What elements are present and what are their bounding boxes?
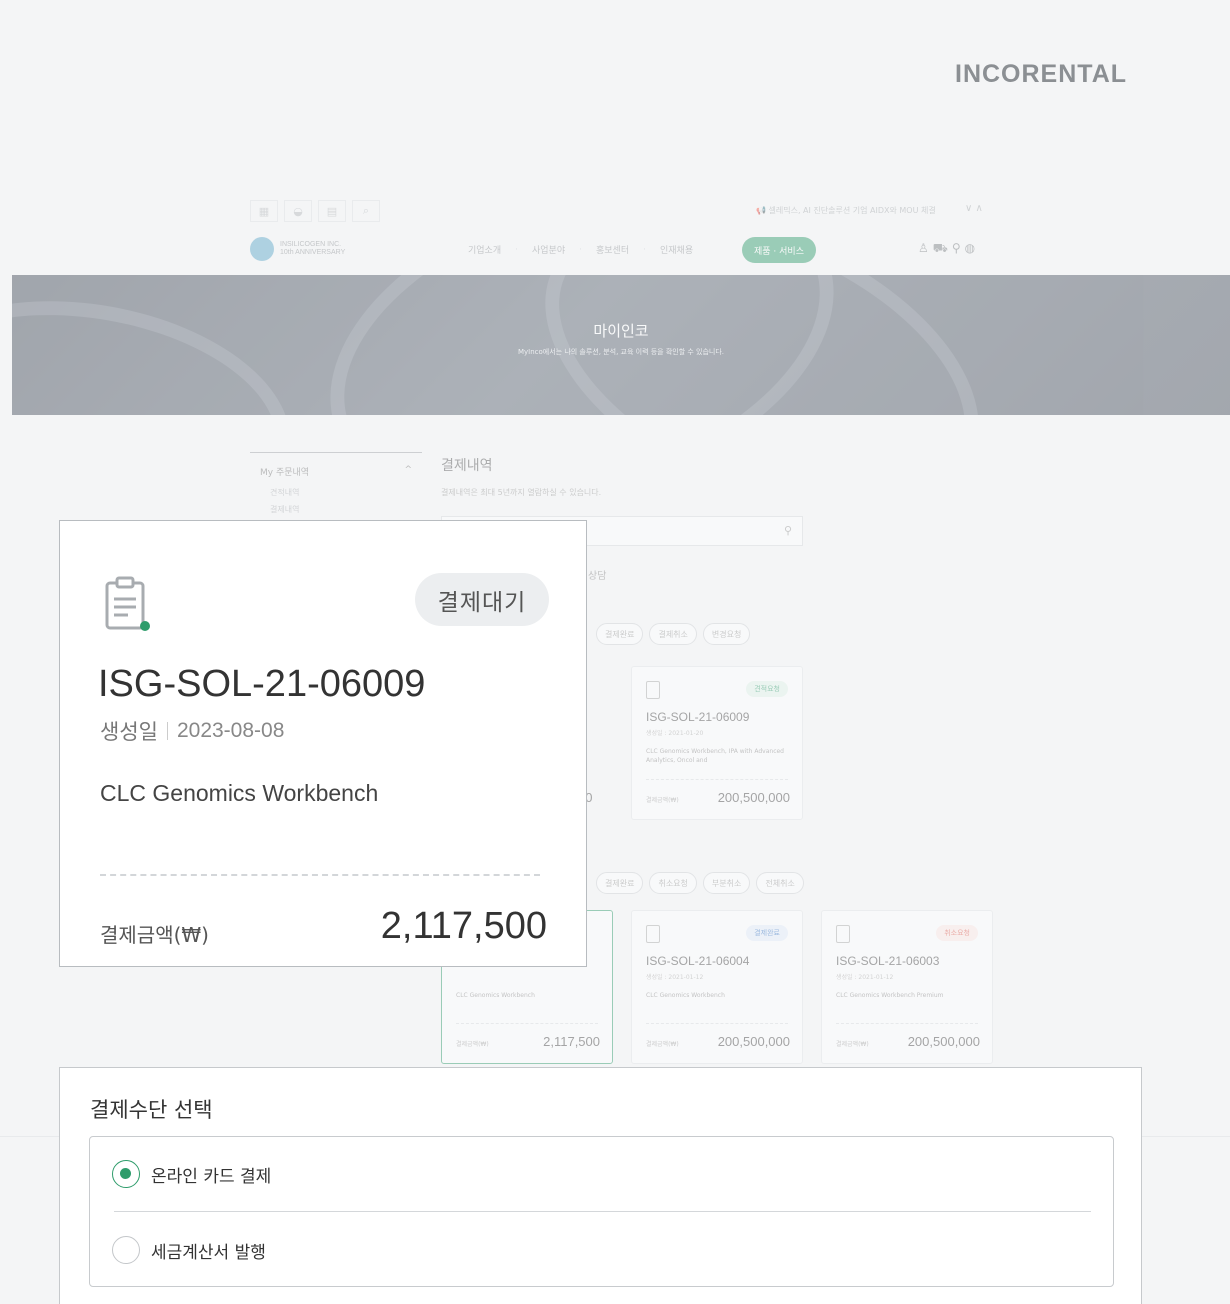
order-product: CLC Genomics Workbench xyxy=(456,992,535,999)
order-detail-card[interactable]: 결제대기 ISG-SOL-21-06009 생성일 2023-08-08 CLC… xyxy=(59,520,587,967)
side-group-orders[interactable]: My 주문내역 ^ xyxy=(250,453,422,484)
created-label: 생성일 xyxy=(100,720,158,744)
amount-value: 200,500,000 xyxy=(717,1034,790,1049)
share-icon[interactable]: ⌕ xyxy=(352,200,380,222)
chevron-up-icon: ^ xyxy=(404,465,412,475)
section-label: 상담 xyxy=(588,571,607,582)
nav-item-products[interactable]: 제품 · 서비스 xyxy=(742,237,816,263)
logo-line1: INSILICOGEN INC. xyxy=(280,241,342,248)
chip[interactable]: 변경요청 xyxy=(702,623,751,645)
chip[interactable]: 결제완료 xyxy=(596,872,644,894)
search-icon[interactable]: ⚲ xyxy=(952,241,965,255)
logo-line2: 10th ANNIVERSARY xyxy=(280,249,346,256)
amount-value: 200,500,000 xyxy=(907,1034,980,1049)
nav-tools: ♙⛟⚲◍ xyxy=(918,241,979,257)
search-icon[interactable]: ⚲ xyxy=(784,524,792,537)
chip[interactable]: 부분취소 xyxy=(702,872,751,894)
payment-method-panel: 결제수단 선택 온라인 카드 결제 세금계산서 발행 xyxy=(59,1067,1142,1304)
incorental-logo: INCORENTAL xyxy=(955,60,1128,88)
order-card[interactable]: 결제완료 ISG-SOL-21-06004 생성일 : 2021-01-12 C… xyxy=(631,910,803,1064)
payment-title: 결제수단 선택 xyxy=(90,1098,213,1122)
clipboard-icon xyxy=(836,925,850,943)
payment-option-label: 세금계산서 발행 xyxy=(151,1242,266,1263)
radio-unselected[interactable] xyxy=(112,1236,140,1264)
nav-item-careers[interactable]: 인재채용 xyxy=(646,243,707,256)
amount-label: 결제금액(₩) xyxy=(646,1041,679,1048)
status-badge: 견적요청 xyxy=(746,681,788,697)
amount-label: 결제금액(₩) xyxy=(836,1041,869,1048)
notice-text[interactable]: 📢 셀레믹스, AI 진단솔루션 기업 AIDX와 MOU 체결 xyxy=(756,205,936,216)
nav-item-business[interactable]: 사업분야 xyxy=(518,243,579,256)
amount-value: 200,500,000 xyxy=(717,790,790,805)
order-date: 생성일 : 2021-01-12 xyxy=(836,974,894,981)
hero-banner: 마이인코 MyInco에서는 나의 솔루션, 분석, 교육 이력 등을 확인할 … xyxy=(12,275,1230,415)
product-name: CLC Genomics Workbench xyxy=(100,780,379,806)
status-badge: 결제대기 xyxy=(415,573,549,626)
main-desc: 결제내역은 최대 5년까지 열람하실 수 있습니다. xyxy=(441,488,602,497)
status-badge: 결제완료 xyxy=(746,925,788,941)
side-item-payments[interactable]: 결제내역 xyxy=(250,501,422,518)
status-badge: 취소요청 xyxy=(936,925,978,941)
created-date: 2023-08-08 xyxy=(176,719,285,742)
chip[interactable]: 결제완료 xyxy=(596,623,644,645)
payment-option-invoice[interactable]: 세금계산서 발행 xyxy=(112,1236,266,1264)
order-card[interactable]: 취소요청 ISG-SOL-21-06003 생성일 : 2021-01-12 C… xyxy=(821,910,993,1064)
globe-icon[interactable]: ◍ xyxy=(965,241,979,255)
chip[interactable]: 결제취소 xyxy=(649,623,697,645)
page: INCORENTAL ▦ ◒ ▤ ⌕ 📢 셀레믹스, AI 진단솔루션 기업 A… xyxy=(0,0,1230,1304)
nav-item-company[interactable]: 기업소개 xyxy=(454,243,515,256)
notice-arrows[interactable]: ∨ ∧ xyxy=(965,203,983,214)
nav-item-pr[interactable]: 홍보센터 xyxy=(582,243,643,256)
grid-icon[interactable]: ▤ xyxy=(318,200,346,222)
divider xyxy=(100,874,540,876)
side-menu: My 주문내역 ^ 견적내역 결제내역 xyxy=(250,452,422,518)
order-code: ISG-SOL-21-06003 xyxy=(836,954,940,968)
order-product: CLC Genomics Workbench xyxy=(646,992,725,999)
utility-bar: ▦ ◒ ▤ ⌕ 📢 셀레믹스, AI 진단솔루션 기업 AIDX와 MOU 체결… xyxy=(0,190,1230,226)
clipboard-icon xyxy=(646,925,660,943)
main-title: 결제내역 xyxy=(441,458,493,474)
filter-chips-1: 결제완료 결제취소 변경요청 xyxy=(596,623,751,645)
main-nav: INSILICOGEN INC. 10th ANNIVERSARY 기업소개 ·… xyxy=(0,226,1230,274)
graduation-icon[interactable]: ◒ xyxy=(284,200,312,222)
order-date: 생성일 : 2021-01-20 xyxy=(646,730,704,737)
building-icon[interactable]: ▦ xyxy=(250,200,278,222)
radio-selected[interactable] xyxy=(112,1160,140,1188)
chip[interactable]: 취소요청 xyxy=(649,872,697,894)
clipboard-icon xyxy=(105,576,150,631)
amount-label: 결제금액(₩) xyxy=(646,797,679,804)
amount-label: 결제금액(₩) xyxy=(100,923,209,947)
clipboard-icon xyxy=(646,681,660,699)
created-date-row: 생성일 2023-08-08 xyxy=(100,716,284,746)
order-product: CLC Genomics Workbench Premium xyxy=(836,992,944,999)
order-code: ISG-SOL-21-06009 xyxy=(98,663,426,705)
side-item-quotes[interactable]: 견적내역 xyxy=(250,484,422,501)
order-code: ISG-SOL-21-06009 xyxy=(646,710,750,724)
filter-chips-2: 결제완료 취소요청 부분취소 전체취소 xyxy=(596,872,804,894)
hero-title: 마이인코 xyxy=(593,322,649,340)
payment-option-card[interactable]: 온라인 카드 결제 xyxy=(112,1160,271,1188)
logo-mark-icon xyxy=(250,237,274,261)
insilicogen-logo[interactable]: INSILICOGEN INC. 10th ANNIVERSARY xyxy=(250,237,345,261)
order-code: ISG-SOL-21-06004 xyxy=(646,954,750,968)
order-card[interactable]: 견적요청 ISG-SOL-21-06009 생성일 : 2021-01-20 C… xyxy=(631,666,803,820)
hero-subtitle: MyInco에서는 나의 솔루션, 분석, 교육 이력 등을 확인할 수 있습니… xyxy=(517,348,725,356)
payment-options: 온라인 카드 결제 세금계산서 발행 xyxy=(89,1136,1114,1287)
amount-value: 2,117,500 xyxy=(380,905,547,947)
amount-value: 2,117,500 xyxy=(543,1034,600,1049)
amount-label: 결제금액(₩) xyxy=(456,1041,489,1048)
chip[interactable]: 전체취소 xyxy=(756,872,804,894)
order-product: CLC Genomics Workbench, IPA with Advance… xyxy=(646,748,784,764)
cart-icon[interactable]: ⛟ xyxy=(933,241,952,255)
divider xyxy=(114,1211,1091,1212)
payment-option-label: 온라인 카드 결제 xyxy=(151,1166,272,1187)
user-icon[interactable]: ♙ xyxy=(918,241,933,255)
order-date: 생성일 : 2021-01-12 xyxy=(646,974,704,981)
